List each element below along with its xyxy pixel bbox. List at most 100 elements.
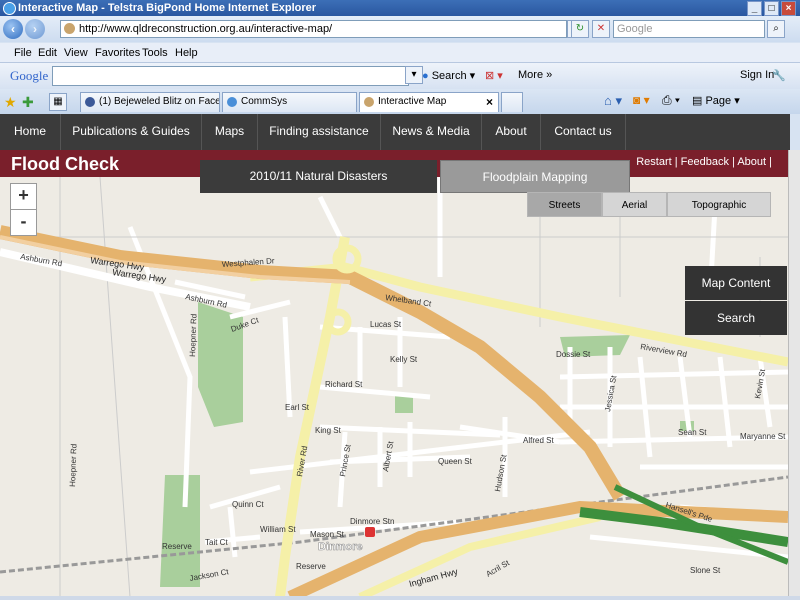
road-label: Tait Ct [205, 538, 228, 547]
road-label: Queen St [438, 457, 473, 466]
menu-view[interactable]: View [64, 47, 88, 59]
google-logo: Google [10, 68, 49, 83]
road-label: Alfred St [523, 436, 554, 445]
page-menu[interactable]: ▤ Page ▾ [692, 94, 740, 107]
flood-check-links[interactable]: Restart | Feedback | About | [636, 156, 772, 168]
layer-streets-button[interactable]: Streets [527, 192, 602, 217]
google-dropdown-icon[interactable]: ▾ [405, 66, 423, 84]
menu-bar: File Edit View Favorites Tools Help [0, 43, 800, 62]
address-bar[interactable]: http://www.qldreconstruction.org.au/inte… [60, 20, 567, 38]
station-label: Dinmore Stn [350, 517, 394, 526]
site-favicon [64, 23, 75, 34]
new-tab-button[interactable] [501, 92, 523, 112]
tab-interactive-map[interactable]: Interactive Map × [359, 92, 499, 112]
search-icon[interactable]: ⌕ [767, 20, 785, 38]
menu-help[interactable]: Help [175, 47, 198, 59]
add-favorites-icon[interactable]: ✚ [22, 94, 34, 111]
zoom-in-button[interactable]: + [10, 183, 37, 210]
park-area [198, 302, 243, 427]
close-tab-icon[interactable]: × [486, 93, 493, 111]
park-label: Reserve [162, 542, 192, 551]
map-content-button[interactable]: Map Content [685, 266, 787, 300]
stop-icon[interactable]: ✕ [592, 20, 610, 38]
road-label: Lucas St [370, 320, 402, 329]
url-text: http://www.qldreconstruction.org.au/inte… [79, 23, 333, 35]
nav-contact[interactable]: Contact us [541, 114, 626, 150]
home-icon[interactable]: ⌂ ▾ [604, 93, 622, 109]
tab-bejeweled[interactable]: (1) Bejeweled Blitz on Facebo... [80, 92, 220, 112]
roundabout [332, 244, 362, 274]
more-button[interactable]: More » [518, 69, 552, 81]
back-icon[interactable]: ‹ [3, 19, 23, 39]
popup-blocker-icon[interactable]: ⊠ ▾ [485, 69, 503, 82]
map-canvas[interactable]: Warrego Hwy Warrego Hwy Ashburn Rd Ashbu… [0, 177, 788, 597]
site-favicon [364, 97, 374, 107]
nav-about[interactable]: About [482, 114, 541, 150]
nav-home[interactable]: Home [0, 114, 61, 150]
google-toolbar: Google ▾ ● Search ▾ ⊠ ▾ More » Sign In 🔧 [0, 62, 800, 89]
vertical-scrollbar[interactable] [788, 150, 800, 598]
train-station-icon [365, 527, 375, 537]
road-label: Sean St [678, 428, 707, 437]
tab-natural-disasters[interactable]: 2010/11 Natural Disasters [200, 160, 437, 193]
tab-floodplain-mapping[interactable]: Floodplain Mapping [440, 160, 630, 193]
wrench-icon[interactable]: 🔧 [772, 69, 786, 82]
road-label: Hoepner Rd [188, 314, 199, 357]
property-boundaries [0, 177, 788, 597]
tab-bar: ★ ✚ ▦ (1) Bejeweled Blitz on Facebo... C… [0, 89, 800, 114]
search-button[interactable]: Search [685, 301, 787, 335]
window-title: Interactive Map - Telstra BigPond Home I… [18, 2, 317, 14]
window-title-bar: Interactive Map - Telstra BigPond Home I… [0, 0, 800, 16]
road-label: Acril St [485, 558, 512, 579]
road-label: Maryanne St [740, 432, 786, 441]
sign-in-link[interactable]: Sign In [740, 69, 774, 81]
maximize-icon[interactable]: □ [764, 1, 779, 16]
google-search-button[interactable]: ● Search ▾ [422, 69, 475, 82]
road-label: Quinn Ct [232, 500, 264, 509]
road-label: Hoepner Rd [68, 444, 79, 487]
roundabout [324, 308, 352, 336]
road-label: William St [260, 525, 296, 534]
google-search-input[interactable] [52, 66, 409, 86]
facebook-icon [85, 97, 95, 107]
minimize-icon[interactable]: _ [747, 1, 762, 16]
road-label: Ashburn Rd [20, 252, 63, 268]
forward-icon[interactable]: › [25, 19, 45, 39]
site-navigation: Home Publications & Guides Maps Finding … [0, 114, 790, 150]
nav-publications[interactable]: Publications & Guides [61, 114, 202, 150]
print-icon[interactable]: ⎙ ▾ [662, 93, 680, 108]
flood-check-title: Flood Check [11, 154, 120, 174]
menu-favorites[interactable]: Favorites [95, 47, 140, 59]
road-label: Earl St [285, 403, 310, 412]
layer-topographic-button[interactable]: Topographic [667, 192, 771, 217]
road-label: Mason St [310, 530, 345, 539]
menu-file[interactable]: File [14, 47, 32, 59]
nav-maps[interactable]: Maps [202, 114, 258, 150]
street-map: Warrego Hwy Warrego Hwy Ashburn Rd Ashbu… [0, 177, 788, 597]
address-toolbar: ‹ › http://www.qldreconstruction.org.au/… [0, 16, 800, 42]
tab-commsys[interactable]: CommSys [222, 92, 357, 112]
ie-page-icon [227, 97, 237, 107]
refresh-icon[interactable]: ↻ [571, 20, 589, 38]
park-label: Reserve [296, 562, 326, 571]
menu-edit[interactable]: Edit [38, 47, 57, 59]
search-input[interactable]: Google [613, 20, 765, 38]
road-label: King St [315, 426, 342, 435]
layer-aerial-button[interactable]: Aerial [602, 192, 667, 217]
ie-icon [3, 2, 16, 15]
close-icon[interactable]: × [781, 1, 796, 16]
road-label: Richard St [325, 380, 363, 389]
zoom-out-button[interactable]: - [10, 209, 37, 236]
road-label: Kelly St [390, 355, 418, 364]
road-label: Slone St [690, 566, 721, 575]
status-bar [0, 596, 800, 600]
favorites-star-icon[interactable]: ★ [4, 94, 17, 111]
road-label: Dossie St [556, 350, 591, 359]
menu-tools[interactable]: Tools [142, 47, 168, 59]
feeds-icon[interactable]: ◙ ▾ [633, 93, 650, 107]
nav-news-media[interactable]: News & Media [381, 114, 482, 150]
quick-tabs-icon[interactable]: ▦ [49, 93, 67, 111]
reserve-area [160, 475, 200, 587]
suburb-label: Dinmore [318, 541, 363, 553]
nav-finding-assistance[interactable]: Finding assistance [258, 114, 381, 150]
